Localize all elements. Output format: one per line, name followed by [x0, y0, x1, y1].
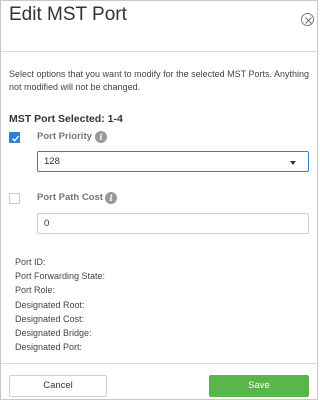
designated-root-label: Designated Root:	[15, 299, 85, 310]
dialog-title: Edit MST Port	[9, 4, 127, 25]
save-button[interactable]: Save	[209, 375, 309, 397]
ports-selected-label: MST Port Selected: 1-4	[9, 113, 123, 125]
port-path-cost-info-icon[interactable]: i	[105, 192, 117, 204]
port-priority-checkbox[interactable]	[9, 132, 20, 143]
designated-port-label: Designated Port:	[15, 342, 83, 353]
port-priority-select[interactable]: 128	[37, 151, 309, 172]
designated-cost-label: Designated Cost:	[15, 313, 85, 324]
port-path-cost-input[interactable]	[37, 213, 309, 234]
port-forwarding-state-label: Port Forwarding State:	[15, 271, 106, 282]
dialog-header: Edit MST Port	[1, 1, 317, 52]
port-role-label: Port Role:	[15, 285, 56, 296]
port-id-label: Port ID:	[15, 257, 46, 267]
port-priority-label: Port Priority	[37, 131, 92, 142]
cancel-button[interactable]: Cancel	[9, 375, 107, 397]
port-path-cost-checkbox[interactable]	[9, 193, 20, 204]
port-info-list: Port ID: Port Forwarding State: Port Rol…	[15, 255, 105, 354]
close-icon[interactable]	[301, 13, 314, 26]
port-priority-value: 128	[44, 156, 60, 167]
designated-bridge-label: Designated Bridge:	[15, 327, 92, 338]
dialog-description: Select options that you want to modify f…	[9, 69, 309, 92]
dialog-footer: Cancel Save	[1, 363, 317, 399]
port-priority-info-icon[interactable]: i	[95, 131, 107, 143]
edit-mst-port-dialog: Edit MST Port Select options that you wa…	[0, 0, 318, 400]
port-path-cost-label: Port Path Cost	[37, 192, 103, 203]
chevron-down-icon	[290, 161, 296, 165]
